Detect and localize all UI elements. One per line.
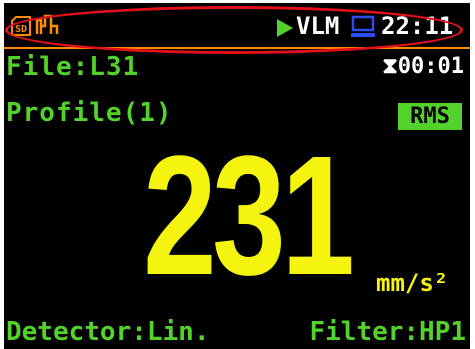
computer-icon — [351, 15, 375, 37]
clock: 22:11 — [381, 12, 454, 40]
measurement-value: 231 — [143, 121, 355, 311]
sd-card-icon: SD — [11, 16, 31, 36]
play-icon — [277, 19, 293, 37]
signal-icon — [35, 14, 59, 34]
measurement-unit: mm/s² — [376, 269, 449, 297]
mode-label: VLM — [296, 12, 340, 40]
elapsed-timer: ⧗00:01 — [382, 54, 464, 79]
filter-label: Filter:HP1 — [309, 317, 466, 347]
timer-value: 00:01 — [397, 54, 464, 79]
meter-screen: SD VLM 22:11 File:L31 ⧗00:01 Profile(1) … — [4, 3, 470, 349]
status-separator — [4, 47, 470, 49]
rms-badge: RMS — [398, 103, 462, 130]
svg-text:SD: SD — [15, 24, 27, 35]
detector-label: Detector:Lin. — [6, 317, 210, 347]
status-bar: SD VLM 22:11 — [4, 3, 470, 47]
hourglass-icon: ⧗ — [382, 54, 398, 79]
file-label: File:L31 — [6, 52, 140, 82]
